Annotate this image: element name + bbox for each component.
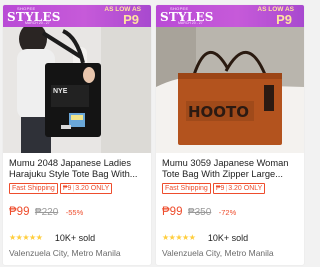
rating-row: ★★★★★ 10K+ sold xyxy=(9,229,96,243)
product-image[interactable]: HOOTO xyxy=(156,27,304,153)
promo-banner: SHOPEE STYLES MARCH 20 - 27 AS LOW AS P9 xyxy=(156,5,304,27)
promo-tag: ₱9|3.20 ONLY xyxy=(59,183,113,194)
sold-count: 10K+ sold xyxy=(54,232,96,243)
promo-tag-label: 3.20 ONLY xyxy=(228,185,263,192)
sold-count: 10K+ sold xyxy=(207,232,249,243)
product-title[interactable]: Mumu 3059 Japanese Woman Tote Bag With Z… xyxy=(162,158,300,180)
svg-text:NYE: NYE xyxy=(53,88,68,95)
discount-label: -55% xyxy=(65,208,84,217)
discount-label: -72% xyxy=(218,208,237,217)
product-price: ₱99 xyxy=(162,206,183,218)
price-row: ₱99 ₱220 -55% xyxy=(9,202,84,218)
product-tags: Fast Shipping ₱9|3.20 ONLY xyxy=(9,183,113,194)
svg-text:HOOTO: HOOTO xyxy=(188,103,249,121)
star-rating-icon: ★★★★★ xyxy=(162,233,196,243)
original-price: ₱350 xyxy=(187,207,212,218)
promo-tag-separator: | xyxy=(225,185,228,192)
star-rating-icon: ★★★★★ xyxy=(9,233,43,243)
banner-promo-price: P9 xyxy=(123,12,139,27)
product-title[interactable]: Mumu 2048 Japanese Ladies Harajuku Style… xyxy=(9,158,147,180)
seller-location: Valenzuela City, Metro Manila xyxy=(162,248,274,258)
fast-shipping-tag: Fast Shipping xyxy=(9,183,58,194)
banner-date: MARCH 20 - 27 xyxy=(178,21,203,25)
banner-date: MARCH 20 - 27 xyxy=(25,21,50,25)
fast-shipping-tag: Fast Shipping xyxy=(162,183,211,194)
product-card[interactable]: SHOPEE STYLES MARCH 20 - 27 AS LOW AS P9… xyxy=(156,5,304,265)
promo-banner: SHOPEE STYLES MARCH 20 - 27 AS LOW AS P9 xyxy=(3,5,151,27)
promo-tag: ₱9|3.20 ONLY xyxy=(212,183,266,194)
seller-location: Valenzuela City, Metro Manila xyxy=(9,248,121,258)
product-price: ₱99 xyxy=(9,206,30,218)
original-price: ₱220 xyxy=(34,207,59,218)
rating-row: ★★★★★ 10K+ sold xyxy=(162,229,249,243)
tote-bag-photo-icon: HOOTO xyxy=(156,27,304,153)
product-grid: SHOPEE STYLES MARCH 20 - 27 AS LOW AS P9 xyxy=(2,5,304,265)
product-card[interactable]: SHOPEE STYLES MARCH 20 - 27 AS LOW AS P9 xyxy=(3,5,151,265)
tote-bag-photo-icon: NYE xyxy=(3,27,151,153)
promo-tag-separator: | xyxy=(72,185,75,192)
banner-promo-price: P9 xyxy=(276,12,292,27)
product-image[interactable]: NYE xyxy=(3,27,151,153)
product-tags: Fast Shipping ₱9|3.20 ONLY xyxy=(162,183,266,194)
promo-tag-label: 3.20 ONLY xyxy=(75,185,110,192)
price-row: ₱99 ₱350 -72% xyxy=(162,202,237,218)
